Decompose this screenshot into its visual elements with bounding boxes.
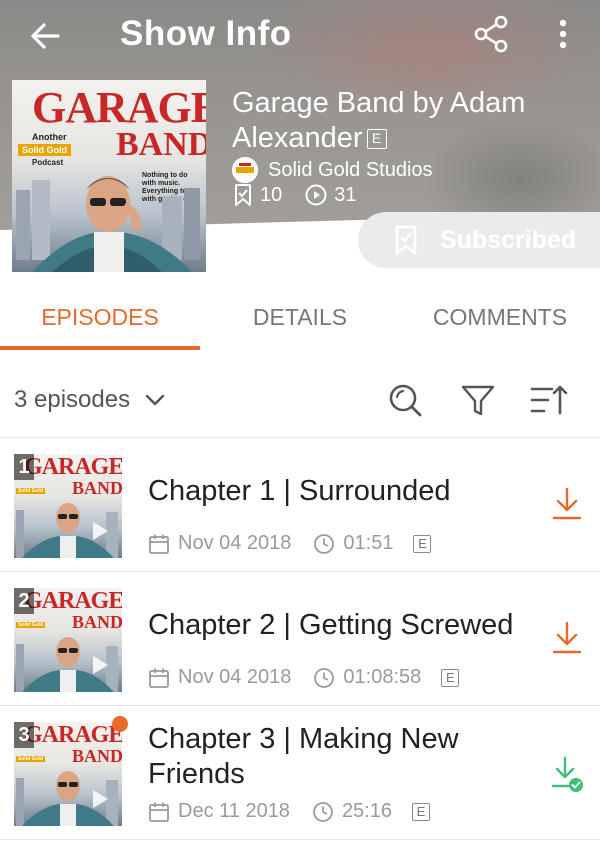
bookmark-check-icon bbox=[395, 225, 417, 255]
search-button[interactable] bbox=[385, 380, 425, 420]
filter-icon bbox=[461, 385, 495, 416]
studio-logo bbox=[232, 157, 258, 183]
studio-link[interactable]: Solid Gold Studios bbox=[232, 155, 433, 185]
play-count: 31 bbox=[334, 183, 357, 206]
more-vertical-icon bbox=[559, 19, 567, 49]
sort-icon bbox=[530, 385, 568, 415]
episode-title: Chapter 3 | Making New Friends bbox=[148, 723, 459, 790]
active-tab-indicator bbox=[0, 346, 200, 350]
play-icon bbox=[93, 790, 108, 808]
back-button[interactable] bbox=[24, 14, 68, 58]
explicit-badge: E bbox=[441, 668, 460, 687]
download-check-icon bbox=[551, 756, 583, 792]
subscribed-button[interactable]: Subscribed bbox=[358, 212, 600, 268]
cover-title-line2: BAND bbox=[116, 126, 206, 163]
thumb-title-line1: GARAGE bbox=[24, 454, 122, 480]
episode-title: Chapter 1 | Surrounded bbox=[148, 475, 451, 507]
episode-duration: 01:51 bbox=[343, 532, 394, 554]
tab-details[interactable]: DETAILS bbox=[200, 304, 400, 331]
calendar-icon bbox=[149, 668, 169, 688]
download-button[interactable] bbox=[548, 484, 586, 524]
download-icon bbox=[552, 621, 582, 654]
episode-row-1[interactable]: GARAGE BAND Solid Gold 1 Chapter 1 | Sur… bbox=[0, 438, 600, 572]
explicit-badge: E bbox=[412, 802, 430, 821]
share-icon bbox=[474, 15, 508, 53]
cover-another: Another bbox=[32, 132, 67, 142]
studio-name: Solid Gold Studios bbox=[268, 158, 433, 181]
show-stats: 10 31 bbox=[232, 183, 357, 207]
download-button[interactable] bbox=[548, 618, 586, 658]
tab-episodes[interactable]: EPISODES bbox=[0, 304, 200, 331]
play-count-icon bbox=[305, 184, 327, 206]
clock-icon bbox=[313, 801, 333, 822]
chevron-down-icon bbox=[145, 394, 165, 406]
episode-meta: Nov 04 2018 01:51 E bbox=[148, 532, 432, 555]
subscribers-icon bbox=[235, 184, 251, 206]
new-episode-dot bbox=[112, 716, 128, 732]
episode-count-dropdown[interactable]: 3 episodes bbox=[14, 386, 166, 414]
subscribed-label: Subscribed bbox=[440, 225, 577, 254]
download-icon bbox=[552, 487, 582, 520]
episode-count-label: 3 episodes bbox=[14, 386, 131, 413]
cover-tag: Solid Gold bbox=[18, 144, 71, 156]
thumb-title-line1: GARAGE bbox=[24, 588, 122, 614]
episode-row-2[interactable]: GARAGE BAND Solid Gold 2 Chapter 2 | Get… bbox=[0, 572, 600, 706]
calendar-icon bbox=[149, 534, 169, 554]
downloaded-button[interactable] bbox=[548, 754, 586, 794]
show-title: Garage Band by Adam Alexander E bbox=[232, 86, 582, 156]
episode-date: Nov 04 2018 bbox=[178, 666, 292, 688]
episode-thumbnail[interactable]: GARAGE BAND Solid Gold 1 bbox=[14, 454, 122, 558]
cover-photo bbox=[16, 176, 200, 272]
filter-button[interactable] bbox=[458, 380, 498, 420]
show-cover-art[interactable]: GARAGE Another Solid Gold Podcast BAND N… bbox=[12, 80, 206, 272]
tab-bar: EPISODES DETAILS COMMENTS bbox=[0, 292, 600, 358]
play-icon bbox=[93, 656, 108, 674]
more-options-button[interactable] bbox=[548, 12, 578, 56]
episode-meta: Dec 11 2018 25:16 E bbox=[148, 800, 430, 823]
share-button[interactable] bbox=[470, 12, 514, 56]
episode-toolbar: 3 episodes bbox=[0, 368, 600, 438]
search-icon bbox=[389, 384, 422, 417]
episode-thumbnail[interactable]: GARAGE BAND Solid Gold 3 bbox=[14, 722, 122, 826]
episode-number: 1 bbox=[14, 454, 34, 480]
episode-row-3[interactable]: GARAGE BAND Solid Gold 3 Chapter 3 | Mak… bbox=[0, 706, 600, 840]
subscriber-count: 10 bbox=[260, 183, 283, 206]
top-app-bar: Show Info bbox=[0, 0, 600, 72]
tab-comments[interactable]: COMMENTS bbox=[400, 304, 600, 331]
episode-title: Chapter 2 | Getting Screwed bbox=[148, 609, 514, 641]
sort-button[interactable] bbox=[528, 380, 568, 420]
episode-number: 2 bbox=[14, 588, 34, 614]
clock-icon bbox=[314, 667, 335, 688]
explicit-badge: E bbox=[413, 534, 432, 553]
clock-icon bbox=[314, 533, 335, 554]
play-icon bbox=[93, 522, 108, 540]
episode-duration: 25:16 bbox=[341, 800, 392, 822]
episode-duration: 01:08:58 bbox=[343, 666, 422, 688]
calendar-icon bbox=[149, 802, 169, 822]
episode-number: 3 bbox=[14, 722, 34, 748]
studio-logo-mark bbox=[232, 157, 258, 183]
page-title: Show Info bbox=[120, 14, 292, 53]
episode-date: Dec 11 2018 bbox=[178, 800, 290, 822]
arrow-left-icon bbox=[31, 23, 60, 49]
explicit-badge: E bbox=[366, 129, 387, 150]
episode-date: Nov 04 2018 bbox=[178, 532, 292, 554]
episode-thumbnail[interactable]: GARAGE BAND Solid Gold 2 bbox=[14, 588, 122, 692]
episode-meta: Nov 04 2018 01:08:58 E bbox=[148, 666, 460, 689]
thumb-title-line1: GARAGE bbox=[24, 722, 122, 748]
